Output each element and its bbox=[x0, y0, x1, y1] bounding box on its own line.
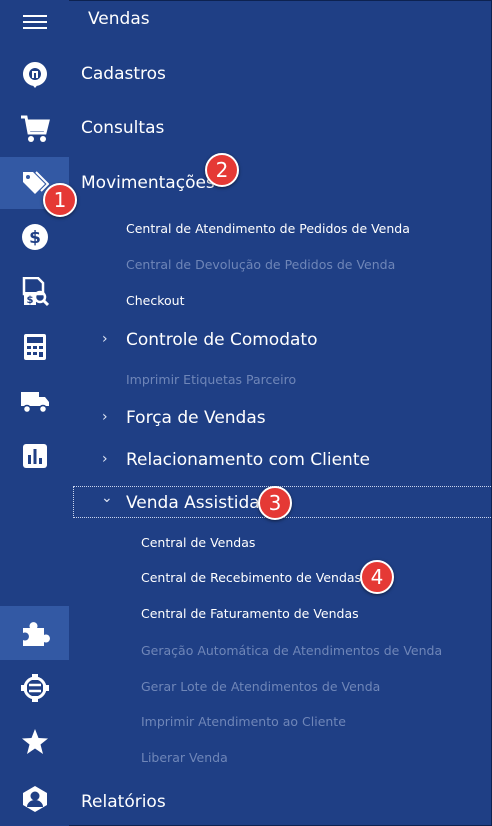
menu-item-gerar-lote: Gerar Lote de Atendimentos de Venda bbox=[141, 679, 381, 694]
menu-item-movimentacoes[interactable]: Movimentações bbox=[81, 173, 215, 193]
menu-item-central-devolucao: Central de Devolução de Pedidos de Venda bbox=[126, 257, 396, 272]
menu-item-consultas[interactable]: Consultas bbox=[81, 118, 164, 138]
menu-group-relacionamento[interactable]: Relacionamento com Cliente bbox=[126, 450, 370, 470]
puzzle-icon[interactable] bbox=[0, 606, 69, 660]
callout-badge-4: 4 bbox=[360, 560, 394, 594]
register-icon[interactable] bbox=[0, 49, 69, 101]
menu-item-central-atendimento[interactable]: Central de Atendimento de Pedidos de Ven… bbox=[126, 221, 410, 236]
chart-icon[interactable] bbox=[0, 430, 69, 482]
svg-text:$: $ bbox=[29, 228, 41, 248]
menu-group-venda-assistida[interactable]: Venda Assistida bbox=[126, 493, 260, 513]
menu-item-cadastros[interactable]: Cadastros bbox=[81, 64, 166, 84]
menu-group-forca-vendas[interactable]: Força de Vendas bbox=[126, 408, 266, 428]
callout-badge-2: 2 bbox=[205, 153, 239, 187]
icon-rail: $ $ bbox=[0, 0, 69, 826]
chevron-right-icon[interactable]: › bbox=[102, 409, 108, 425]
menu-item-relatorios[interactable]: Relatórios bbox=[81, 792, 166, 812]
user-circle-icon[interactable] bbox=[0, 773, 69, 825]
page-title: Vendas bbox=[88, 9, 150, 29]
menu-item-checkout[interactable]: Checkout bbox=[126, 293, 184, 308]
menu-group-controle-comodato[interactable]: Controle de Comodato bbox=[126, 330, 317, 350]
menu-item-imprimir-atendimento: Imprimir Atendimento ao Cliente bbox=[141, 714, 346, 729]
menu-item-central-vendas[interactable]: Central de Vendas bbox=[141, 535, 255, 550]
svg-text:$: $ bbox=[26, 295, 33, 306]
chevron-right-icon[interactable]: › bbox=[102, 331, 108, 347]
menu-item-central-faturamento[interactable]: Central de Faturamento de Vendas bbox=[141, 606, 359, 621]
menu-item-geracao-automatica: Geração Automática de Atendimentos de Ve… bbox=[141, 643, 443, 658]
cart-icon[interactable] bbox=[0, 103, 69, 155]
dollar-icon[interactable]: $ bbox=[0, 211, 69, 263]
menu-item-central-recebimento[interactable]: Central de Recebimento de Vendas bbox=[141, 570, 361, 585]
truck-icon[interactable] bbox=[0, 376, 69, 428]
menu-panel: Vendas Cadastros Consultas Movimentações… bbox=[69, 0, 492, 826]
chevron-down-icon[interactable]: ⌄ bbox=[101, 490, 113, 506]
callout-badge-3: 3 bbox=[258, 486, 292, 520]
callout-badge-1: 1 bbox=[43, 183, 77, 217]
star-icon[interactable] bbox=[0, 716, 69, 768]
chevron-right-icon[interactable]: › bbox=[102, 451, 108, 467]
menu-item-imprimir-etiquetas: Imprimir Etiquetas Parceiro bbox=[126, 372, 297, 387]
integration-icon[interactable] bbox=[0, 662, 69, 714]
menu-item-liberar-venda: Liberar Venda bbox=[141, 750, 228, 765]
menu-icon[interactable] bbox=[0, 0, 69, 44]
document-search-icon[interactable]: $ bbox=[0, 266, 69, 318]
calculator-icon[interactable] bbox=[0, 321, 69, 373]
